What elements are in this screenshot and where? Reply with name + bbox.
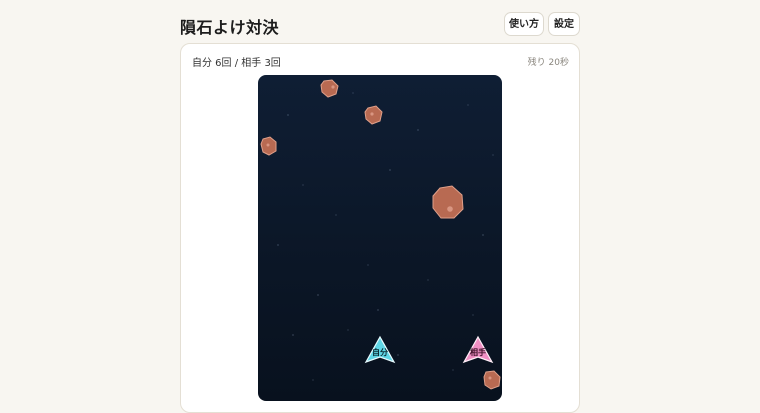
score-text: 自分 6回 / 相手 3回 [192, 58, 281, 69]
page-title: 隕石よけ対決 [180, 18, 280, 37]
opponent-ship: 相手 [462, 335, 494, 364]
howto-button[interactable]: 使い方 [504, 12, 544, 36]
player-ship[interactable]: 自分 [364, 335, 396, 364]
header: 隕石よけ対決 使い方 設定 [180, 10, 580, 40]
game-canvas[interactable]: 自分 相手 [258, 75, 502, 401]
meteor [483, 370, 501, 390]
meteor [260, 136, 277, 156]
settings-button[interactable]: 設定 [548, 12, 580, 36]
meteor [320, 79, 339, 98]
game-field[interactable]: 自分 相手 [258, 75, 502, 401]
opponent-ship-label: 相手 [470, 347, 486, 357]
player-ship-label: 自分 [372, 347, 388, 357]
meteor [364, 105, 383, 125]
game-card: 自分 6回 / 相手 3回 残り 20秒 自分 相手 [180, 43, 580, 413]
meteor [432, 185, 464, 219]
timer-text: 残り 20秒 [527, 58, 569, 68]
